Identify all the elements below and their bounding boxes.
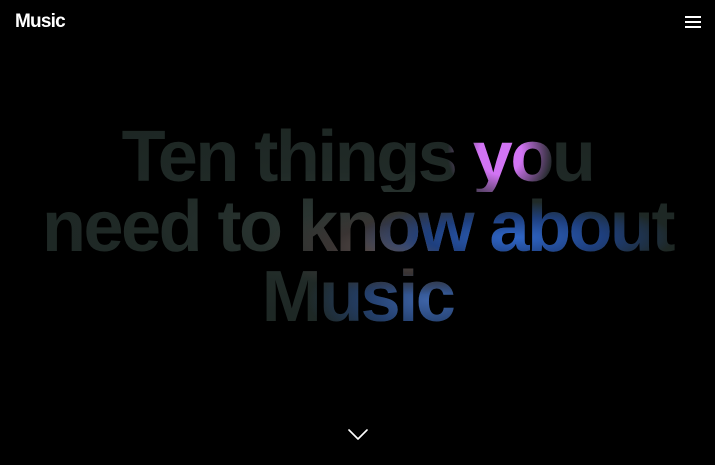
menu-bar-top xyxy=(685,16,701,18)
top-bar: Music xyxy=(0,0,715,45)
scroll-down-button[interactable] xyxy=(348,428,368,440)
hero-line-3: Music xyxy=(0,262,715,332)
hero-heading: Ten things you need to know about Music xyxy=(0,122,715,332)
hero-line-1: Ten things you xyxy=(0,122,715,192)
hero-line-2: need to know about xyxy=(0,192,715,262)
brand-logo[interactable]: Music xyxy=(15,9,66,35)
menu-bar-middle xyxy=(685,21,701,23)
hamburger-menu-icon[interactable] xyxy=(685,15,701,29)
menu-bar-bottom xyxy=(685,26,701,28)
chevron-down-icon xyxy=(348,429,368,440)
